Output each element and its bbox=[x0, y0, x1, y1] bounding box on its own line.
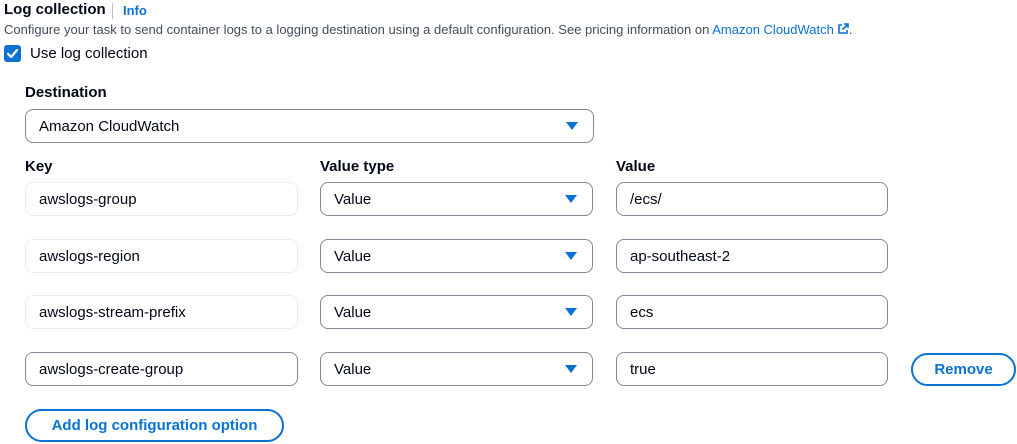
log-option-value-input[interactable]: true bbox=[616, 352, 888, 386]
use-log-collection-checkbox[interactable] bbox=[4, 45, 21, 62]
log-option-key: awslogs-region bbox=[25, 239, 298, 273]
log-option-value-input[interactable]: ap-southeast-2 bbox=[616, 239, 888, 273]
value-type-selected: Value bbox=[334, 190, 372, 208]
external-link-icon bbox=[838, 23, 849, 34]
caret-down-icon bbox=[565, 365, 577, 373]
use-log-collection-label: Use log collection bbox=[30, 45, 148, 62]
value-type-selected: Value bbox=[334, 303, 372, 321]
log-option-key-input[interactable]: awslogs-create-group bbox=[25, 352, 298, 386]
key-column-header: Key bbox=[25, 158, 53, 175]
add-log-configuration-option-button[interactable]: Add log configuration option bbox=[25, 409, 284, 442]
log-option-value-text: true bbox=[630, 360, 656, 378]
section-description: Configure your task to send container lo… bbox=[4, 21, 853, 38]
caret-down-icon bbox=[565, 308, 577, 316]
destination-selected-value: Amazon CloudWatch bbox=[39, 117, 180, 135]
log-option-value-text: ecs bbox=[630, 303, 654, 321]
log-option-value-type-select[interactable]: Value bbox=[320, 295, 593, 329]
caret-down-icon bbox=[565, 252, 577, 260]
cloudwatch-link-text[interactable]: Amazon CloudWatch bbox=[712, 22, 834, 37]
header-divider bbox=[112, 3, 113, 19]
value-column-header: Value bbox=[616, 158, 656, 175]
log-option-value-type-select[interactable]: Value bbox=[320, 352, 593, 386]
remove-button[interactable]: Remove bbox=[911, 353, 1016, 386]
log-option-value-type-select[interactable]: Value bbox=[320, 239, 593, 273]
log-option-key-text: awslogs-group bbox=[39, 190, 137, 208]
log-option-value-input[interactable]: ecs bbox=[616, 295, 888, 329]
description-text: Configure your task to send container lo… bbox=[4, 22, 713, 37]
log-option-key: awslogs-group bbox=[25, 182, 298, 216]
description-suffix: . bbox=[848, 22, 853, 37]
cloudwatch-pricing-link[interactable]: Amazon CloudWatch bbox=[712, 22, 849, 37]
log-option-value-text: /ecs/ bbox=[630, 190, 662, 208]
log-option-key: awslogs-stream-prefix bbox=[25, 295, 298, 329]
caret-down-icon bbox=[565, 195, 577, 203]
value-type-column-header: Value type bbox=[320, 158, 395, 175]
destination-label: Destination bbox=[25, 84, 107, 101]
check-icon bbox=[6, 48, 19, 59]
info-link[interactable]: Info bbox=[123, 2, 147, 19]
section-title: Log collection bbox=[4, 1, 106, 18]
log-option-value-text: ap-southeast-2 bbox=[630, 247, 731, 265]
log-option-key-text: awslogs-stream-prefix bbox=[39, 303, 186, 321]
log-option-value-type-select[interactable]: Value bbox=[320, 182, 593, 216]
value-type-selected: Value bbox=[334, 360, 372, 378]
value-type-selected: Value bbox=[334, 247, 372, 265]
log-option-key-text: awslogs-create-group bbox=[39, 360, 184, 378]
log-option-key-text: awslogs-region bbox=[39, 247, 140, 265]
caret-down-icon bbox=[566, 122, 578, 130]
destination-select[interactable]: Amazon CloudWatch bbox=[25, 109, 594, 143]
log-option-value-input[interactable]: /ecs/ bbox=[616, 182, 888, 216]
